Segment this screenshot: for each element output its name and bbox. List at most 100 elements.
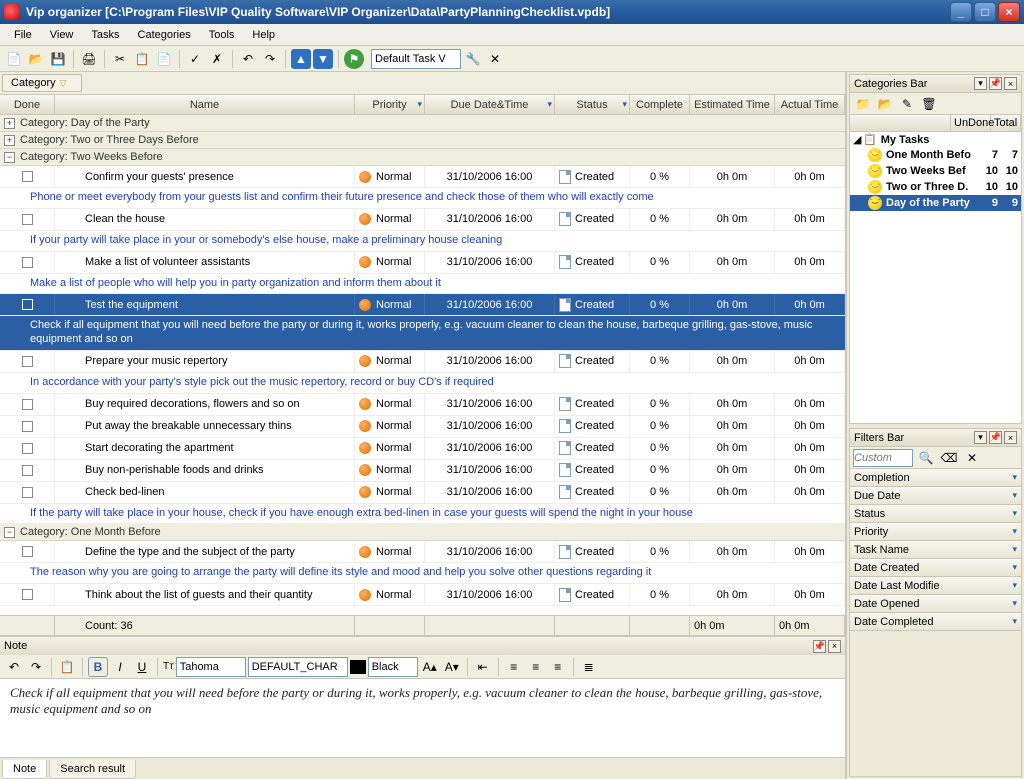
expand-icon[interactable]: − — [4, 527, 15, 538]
col-undone[interactable]: UnDone — [951, 115, 991, 131]
cat-edit-icon[interactable]: ✎ — [897, 94, 917, 114]
done-checkbox[interactable] — [22, 546, 33, 557]
filter-find-icon[interactable]: 🔍 — [916, 448, 936, 468]
flag-icon[interactable]: ⚑ — [344, 49, 364, 69]
align-right-icon[interactable]: ≡ — [548, 657, 568, 677]
done-checkbox[interactable] — [22, 465, 33, 476]
paste-icon[interactable]: 📄 — [154, 49, 174, 69]
task-row[interactable]: Buy required decorations, flowers and so… — [0, 394, 845, 416]
filters-list[interactable]: Completion▾Due Date▾Status▾Priority▾Task… — [850, 469, 1021, 776]
chevron-down-icon[interactable]: ▾ — [1012, 616, 1017, 627]
bullets-icon[interactable]: ≣ — [579, 657, 599, 677]
copy-icon[interactable]: 📋 — [132, 49, 152, 69]
up-icon[interactable]: ▲ — [291, 49, 311, 69]
align-left-icon[interactable]: ≡ — [504, 657, 524, 677]
task-row[interactable]: Clean the houseNormal31/10/2006 16:00Cre… — [0, 209, 845, 231]
done-checkbox[interactable] — [22, 214, 33, 225]
chevron-down-icon[interactable]: ▾ — [1012, 562, 1017, 573]
task-row[interactable]: Make a list of volunteer assistantsNorma… — [0, 252, 845, 274]
tree-item[interactable]: One Month Befo77 — [850, 147, 1021, 163]
col-priority[interactable]: Priority▾ — [355, 95, 425, 114]
expand-icon[interactable]: + — [4, 118, 15, 129]
menu-view[interactable]: View — [42, 27, 82, 43]
fontinc-icon[interactable]: A▴ — [420, 657, 440, 677]
bold-icon[interactable]: B — [88, 657, 108, 677]
filter-item[interactable]: Completion▾ — [850, 469, 1021, 487]
filter-item[interactable]: Date Created▾ — [850, 559, 1021, 577]
tree-item[interactable]: Two Weeks Bef1010 — [850, 163, 1021, 179]
filter-item[interactable]: Status▾ — [850, 505, 1021, 523]
cat-sub-icon[interactable]: 📂 — [875, 94, 895, 114]
task-row[interactable]: Test the equipmentNormal31/10/2006 16:00… — [0, 294, 845, 316]
group-row[interactable]: −Category: Two Weeks Before — [0, 149, 845, 166]
pin-icon[interactable]: 📌 — [813, 640, 826, 653]
close-panel-icon[interactable]: × — [828, 640, 841, 653]
col-total[interactable]: Total — [991, 115, 1021, 131]
menu-categories[interactable]: Categories — [130, 27, 199, 43]
italic-icon[interactable]: I — [110, 657, 130, 677]
task-row[interactable]: Think about the list of guests and their… — [0, 584, 845, 606]
filter-clear-icon[interactable]: ⌫ — [939, 448, 959, 468]
done-checkbox[interactable] — [22, 443, 33, 454]
minimize-button[interactable]: _ — [950, 2, 972, 22]
new-icon[interactable]: 📄 — [4, 49, 24, 69]
task-row[interactable]: Put away the breakable unnecessary thins… — [0, 416, 845, 438]
menu-help[interactable]: Help — [244, 27, 283, 43]
chevron-down-icon[interactable]: ▾ — [1012, 580, 1017, 591]
font-family-combo[interactable] — [176, 657, 246, 677]
task-row[interactable]: Buy non-perishable foods and drinksNorma… — [0, 460, 845, 482]
task-row[interactable]: Prepare your music repertoryNormal31/10/… — [0, 351, 845, 373]
task-row[interactable]: Start decorating the apartmentNormal31/1… — [0, 438, 845, 460]
pin-icon[interactable]: 📌 — [989, 77, 1002, 90]
chevron-down-icon[interactable]: ▾ — [1012, 472, 1017, 483]
group-by-category-button[interactable]: Category — [2, 74, 82, 92]
categories-tree[interactable]: ◢📋My TasksOne Month Befo77Two Weeks Bef1… — [850, 132, 1021, 423]
col-complete[interactable]: Complete — [630, 95, 690, 114]
font-size-combo[interactable] — [248, 657, 348, 677]
cat-del-icon[interactable]: 🗑 — [919, 94, 939, 114]
done-checkbox[interactable] — [22, 299, 33, 310]
task-row[interactable]: Check bed-linenNormal31/10/2006 16:00Cre… — [0, 482, 845, 504]
filter-preset-combo[interactable] — [853, 449, 913, 467]
underline-icon[interactable]: U — [132, 657, 152, 677]
fontdec-icon[interactable]: A▾ — [442, 657, 462, 677]
tree-item[interactable]: Two or Three D.1010 — [850, 179, 1021, 195]
done-checkbox[interactable] — [22, 487, 33, 498]
undo-icon[interactable]: ↶ — [238, 49, 258, 69]
filter-item[interactable]: Task Name▾ — [850, 541, 1021, 559]
panel-menu-icon[interactable]: ▾ — [974, 431, 987, 444]
tab-note[interactable]: Note — [2, 760, 47, 779]
tree-root[interactable]: ◢📋My Tasks — [850, 132, 1021, 147]
group-row[interactable]: +Category: Two or Three Days Before — [0, 132, 845, 149]
expand-icon[interactable]: − — [4, 152, 15, 163]
task-row[interactable]: Define the type and the subject of the p… — [0, 541, 845, 563]
pin-icon[interactable]: 📌 — [989, 431, 1002, 444]
note-undo-icon[interactable]: ↶ — [4, 657, 24, 677]
chevron-down-icon[interactable]: ▾ — [1012, 490, 1017, 501]
cut-icon[interactable]: ✂ — [110, 49, 130, 69]
group-row[interactable]: −Category: One Month Before — [0, 524, 845, 541]
note-text[interactable]: Check if all equipment that you will nee… — [0, 679, 845, 757]
chevron-down-icon[interactable]: ▾ — [1012, 508, 1017, 519]
delete-icon[interactable]: ✗ — [207, 49, 227, 69]
save-icon[interactable]: 💾 — [48, 49, 68, 69]
expand-icon[interactable]: + — [4, 135, 15, 146]
filter-item[interactable]: Date Opened▾ — [850, 595, 1021, 613]
col-actual[interactable]: Actual Time — [775, 95, 845, 114]
note-paste-icon[interactable]: 📋 — [57, 657, 77, 677]
done-checkbox[interactable] — [22, 589, 33, 600]
down-icon[interactable]: ▼ — [313, 49, 333, 69]
col-done[interactable]: Done — [0, 95, 55, 114]
task-grid[interactable]: +Category: Day of the Party+Category: Tw… — [0, 115, 845, 615]
redo-icon[interactable]: ↷ — [260, 49, 280, 69]
done-checkbox[interactable] — [22, 171, 33, 182]
indent-icon[interactable]: ⇤ — [473, 657, 493, 677]
tree-item[interactable]: Day of the Party99 — [850, 195, 1021, 211]
group-row[interactable]: +Category: Day of the Party — [0, 115, 845, 132]
maximize-button[interactable]: □ — [974, 2, 996, 22]
done-checkbox[interactable] — [22, 257, 33, 268]
open-icon[interactable]: 📂 — [26, 49, 46, 69]
tab-search-result[interactable]: Search result — [49, 760, 136, 779]
close-panel-icon[interactable]: × — [1004, 431, 1017, 444]
cat-new-icon[interactable]: 📁 — [853, 94, 873, 114]
